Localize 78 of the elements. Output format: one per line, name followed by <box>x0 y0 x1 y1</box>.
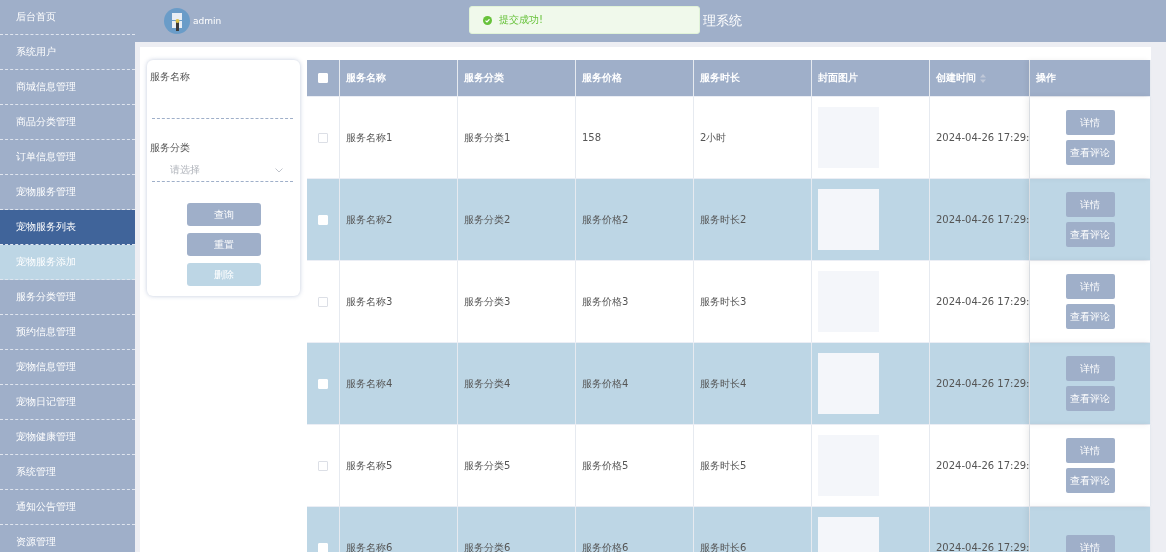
action-button[interactable]: 详情 <box>1065 535 1115 552</box>
action-button[interactable]: 查看评论 <box>1065 140 1115 165</box>
table-cell: 服务名称2 <box>346 212 393 227</box>
sidebar-item[interactable]: 服务分类管理 <box>0 280 135 315</box>
table-cell: 服务分类5 <box>464 458 511 473</box>
sidebar-subitem[interactable]: 宠物服务添加 <box>0 245 135 280</box>
table-cell: 2024-04-26 17:29: <box>936 214 1029 225</box>
action-button[interactable]: 查看评论 <box>1065 222 1115 247</box>
table-cell: 服务价格6 <box>582 540 629 552</box>
sidebar-item[interactable]: 商品分类管理 <box>0 105 135 140</box>
table-cell: 2024-04-26 17:29: <box>936 460 1029 471</box>
table-cell: 服务时长2 <box>700 212 747 227</box>
table-cell: 服务名称6 <box>346 540 393 552</box>
sidebar-item[interactable]: 系统管理 <box>0 455 135 490</box>
user-name: admin <box>193 16 222 26</box>
sidebar-item[interactable]: 资源管理 <box>0 525 135 552</box>
table-cell: 服务分类1 <box>464 130 511 145</box>
table-cell: 服务价格3 <box>582 294 629 309</box>
table-cell: 服务价格5 <box>582 458 629 473</box>
table-cell: 2024-04-26 17:29: <box>936 132 1029 143</box>
cover-image-placeholder <box>818 353 879 414</box>
action-button[interactable]: 详情 <box>1065 274 1115 299</box>
sidebar-item[interactable]: 商城信息管理 <box>0 70 135 105</box>
sidebar-item[interactable]: 预约信息管理 <box>0 315 135 350</box>
table-cell: 2024-04-26 17:29: <box>936 378 1029 389</box>
sidebar-item[interactable]: 订单信息管理 <box>0 140 135 175</box>
column-header: 操作 <box>1036 71 1056 85</box>
table-cell: 服务时长4 <box>700 376 747 391</box>
table-cell: 服务价格2 <box>582 212 629 227</box>
action-button[interactable]: 详情 <box>1065 110 1115 135</box>
action-button[interactable]: 详情 <box>1065 192 1115 217</box>
table-cell: 服务时长3 <box>700 294 747 309</box>
sidebar-item[interactable]: 宠物日记管理 <box>0 385 135 420</box>
table-cell: 服务名称1 <box>346 130 393 145</box>
cover-image-placeholder <box>818 189 879 250</box>
checkbox[interactable] <box>318 296 328 307</box>
column-header: 封面图片 <box>818 71 858 85</box>
system-title: 理系统 <box>703 12 742 30</box>
action-button[interactable]: 查看评论 <box>1065 386 1115 411</box>
select-field[interactable]: 请选择 <box>152 159 293 182</box>
action-button[interactable]: 详情 <box>1065 438 1115 463</box>
action-button[interactable]: 查看评论 <box>1065 304 1115 329</box>
column-header: 服务名称 <box>346 71 386 85</box>
sidebar-item[interactable]: 通知公告管理 <box>0 490 135 525</box>
table-cell: 2小时 <box>700 130 727 145</box>
table-cell: 服务名称4 <box>346 376 393 391</box>
toast-message: 提交成功! <box>499 13 543 27</box>
action-button[interactable]: 查看评论 <box>1065 468 1115 493</box>
table-cell: 2024-04-26 17:29: <box>936 542 1029 552</box>
field-label: 服务分类 <box>150 141 191 155</box>
sidebar-subitem[interactable]: 宠物服务列表 <box>0 210 135 245</box>
column-header: 服务分类 <box>464 71 504 85</box>
filter-button[interactable]: 重置 <box>186 233 261 256</box>
table-cell: 158 <box>582 132 602 143</box>
field-label: 服务名称 <box>150 70 191 84</box>
table-cell: 服务时长6 <box>700 540 747 552</box>
avatar-icon <box>164 8 190 34</box>
table-cell: 服务价格4 <box>582 376 629 391</box>
table-cell: 服务分类3 <box>464 294 511 309</box>
checkbox[interactable] <box>318 460 328 471</box>
sidebar-item[interactable]: 宠物信息管理 <box>0 350 135 385</box>
table-cell: 服务时长5 <box>700 458 747 473</box>
filter-button[interactable]: 查询 <box>186 203 261 226</box>
checkbox[interactable] <box>318 132 328 143</box>
chevron-down-icon <box>275 167 283 173</box>
table-cell: 服务分类4 <box>464 376 511 391</box>
table-cell: 服务名称3 <box>346 294 393 309</box>
action-button[interactable]: 详情 <box>1065 356 1115 381</box>
column-header: 服务价格 <box>582 71 622 85</box>
sort-icon[interactable] <box>980 73 986 83</box>
table-cell: 服务分类2 <box>464 212 511 227</box>
sidebar-item[interactable]: 宠物健康管理 <box>0 420 135 455</box>
check-icon <box>483 15 492 25</box>
column-header: 创建时间 <box>936 71 976 85</box>
column-header: 服务时长 <box>700 71 740 85</box>
table-cell: 服务分类6 <box>464 540 511 552</box>
table-cell: 2024-04-26 17:29: <box>936 296 1029 307</box>
table-cell: 服务名称5 <box>346 458 393 473</box>
